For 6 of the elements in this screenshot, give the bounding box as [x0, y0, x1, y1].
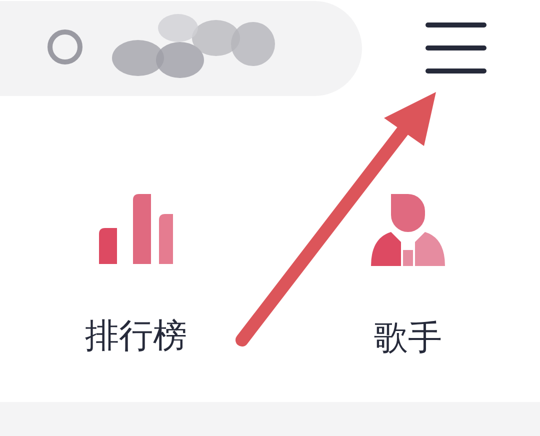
bar-chart-icon: [99, 194, 173, 264]
category-label[interactable]: 歌手: [374, 318, 442, 358]
search-field[interactable]: [0, 0, 362, 96]
category-label[interactable]: 排行榜: [85, 316, 187, 356]
person-icon: [371, 194, 445, 266]
menu-icon[interactable]: [425, 22, 487, 74]
